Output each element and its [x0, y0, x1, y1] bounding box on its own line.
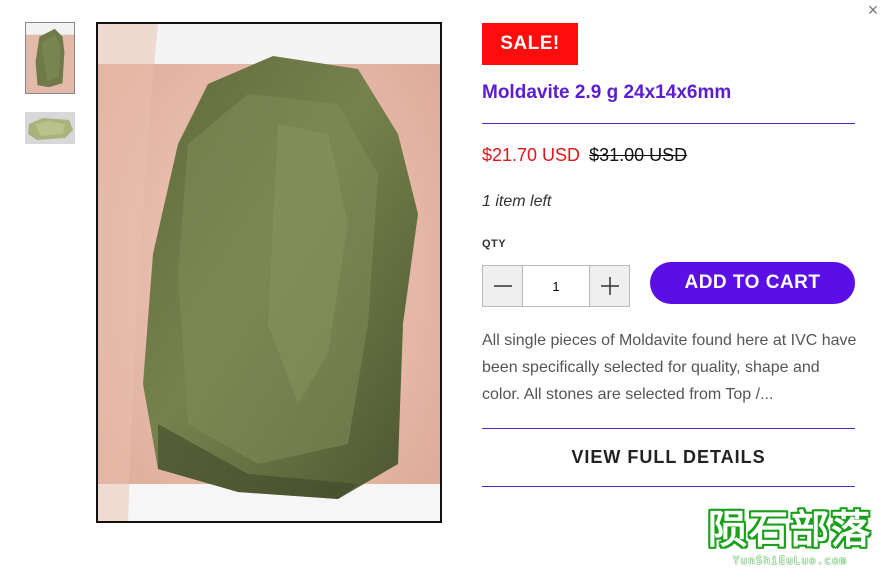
quantity-label: QTY — [482, 238, 507, 250]
watermark-logo: 陨石部落 YunShiEuLuo.com — [700, 508, 880, 572]
divider — [482, 486, 855, 487]
quantity-increase-button[interactable] — [590, 266, 629, 306]
moldavite-thumbnail-image — [26, 23, 74, 93]
product-title[interactable]: Moldavite 2.9 g 24x14x6mm — [482, 82, 731, 104]
quantity-decrease-button[interactable] — [483, 266, 522, 306]
quantity-stepper — [482, 265, 630, 307]
watermark-text: 陨石部落 — [707, 508, 872, 553]
sale-price: $21.70 USD — [482, 145, 581, 165]
plus-icon — [600, 277, 619, 295]
watermark-url: YunShiEuLuo.com — [732, 554, 848, 567]
stock-note: 1 item left — [482, 193, 552, 210]
quantity-input[interactable] — [522, 266, 590, 306]
close-icon[interactable]: × — [863, 0, 883, 20]
original-price: $31.00 USD — [589, 145, 688, 165]
moldavite-thumbnail-image-2 — [25, 112, 75, 144]
view-full-details-link[interactable]: VIEW FULL DETAILS — [482, 447, 855, 468]
thumbnail-1[interactable] — [25, 22, 75, 94]
divider — [482, 428, 855, 429]
add-to-cart-button[interactable]: ADD TO CART — [650, 262, 855, 304]
minus-icon — [493, 285, 512, 287]
product-description: All single pieces of Moldavite found her… — [482, 332, 857, 403]
thumbnail-2[interactable] — [25, 112, 75, 144]
moldavite-photo — [98, 24, 440, 521]
sale-badge: SALE! — [482, 23, 578, 65]
price: $21.70 USD $31.00 USD — [482, 145, 687, 166]
product-image — [96, 22, 442, 523]
divider — [482, 123, 855, 124]
